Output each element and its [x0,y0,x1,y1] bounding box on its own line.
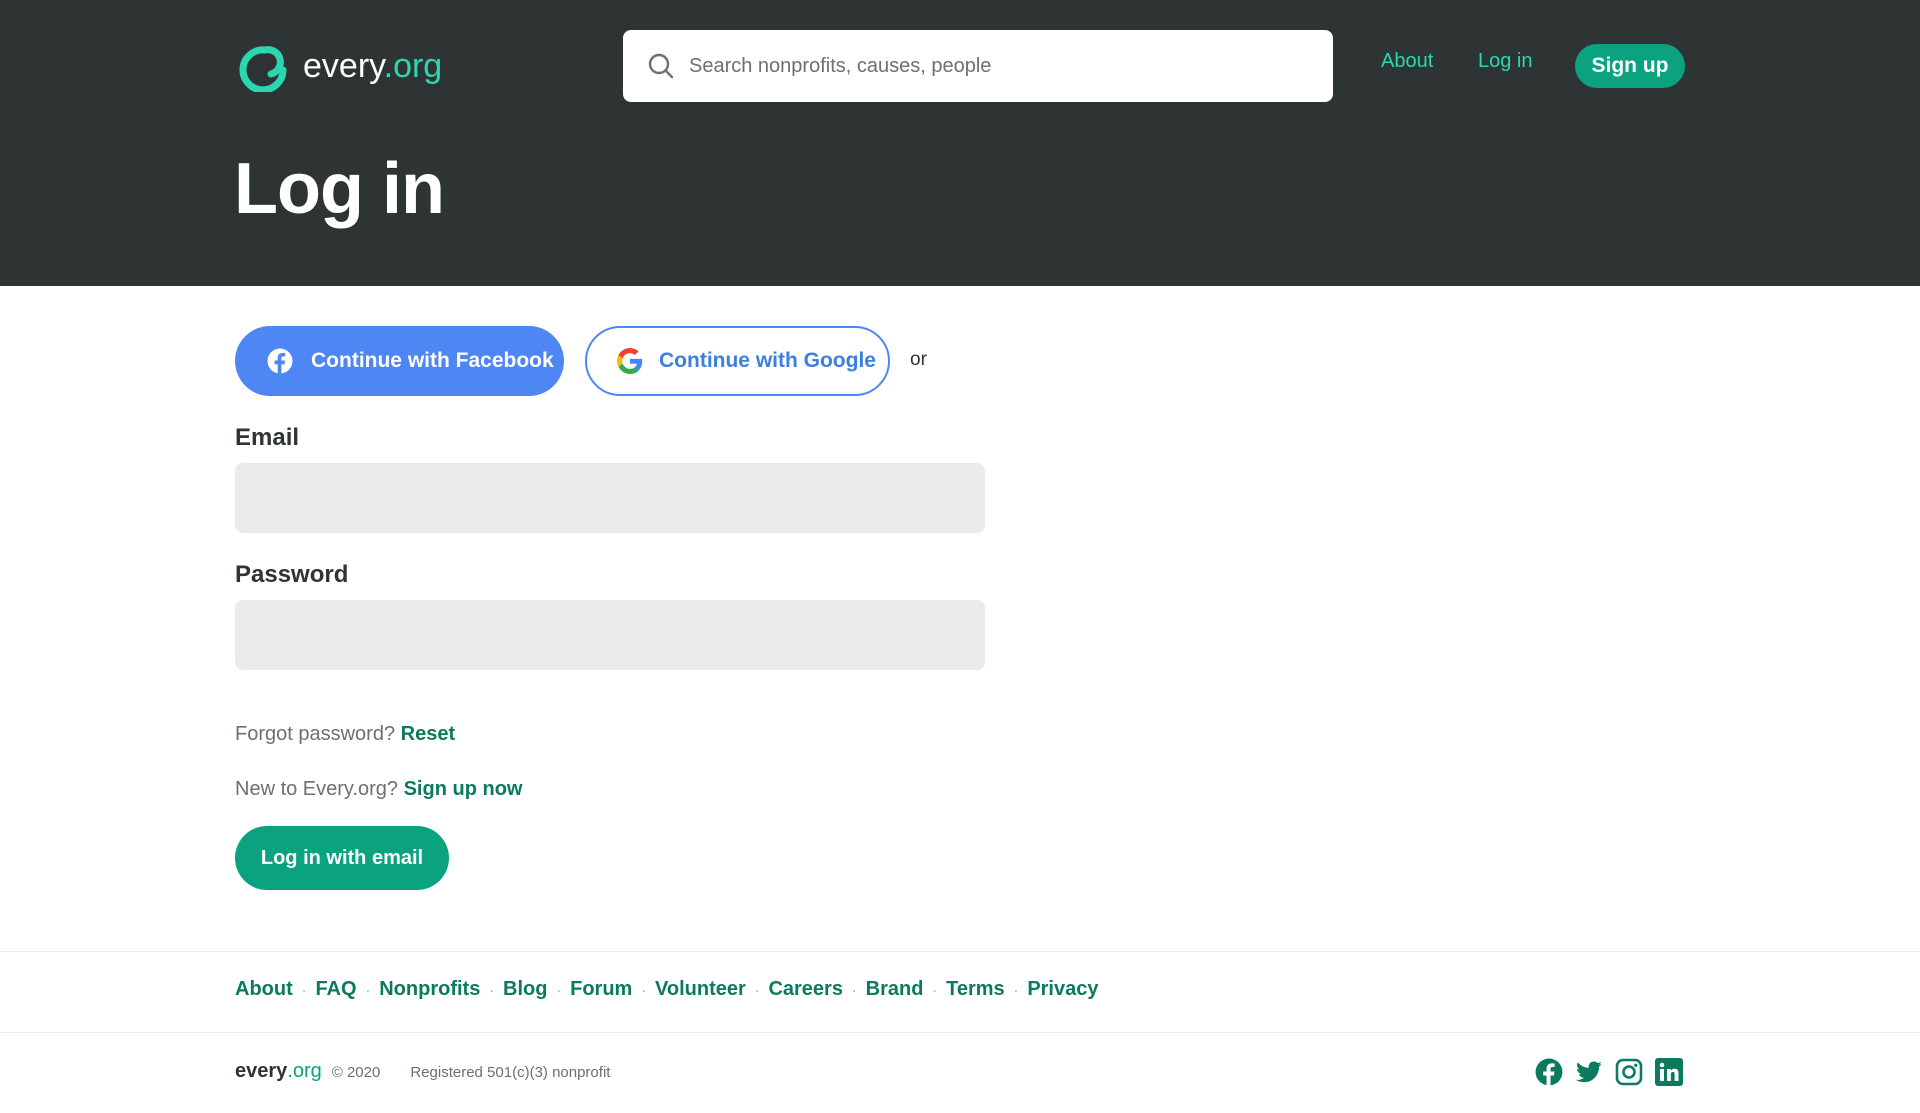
email-label: Email [235,424,300,451]
footer-bottom: every.org © 2020 Registered 501(c)(3) no… [235,1060,610,1083]
footer-separator: · [932,981,938,998]
footer-separator: · [851,981,857,998]
footer-link-privacy[interactable]: Privacy [1027,978,1098,1001]
reset-password-link[interactable]: Reset [401,723,455,745]
site-header: every.org About Log in Sign up Log in [0,0,1920,286]
footer-separator: · [556,981,562,998]
signup-prompt-line: New to Every.org? Sign up now [235,778,522,801]
footer-link-volunteer[interactable]: Volunteer [655,978,746,1001]
google-button-label: Continue with Google [659,349,876,372]
footer-separator: · [1013,981,1019,998]
footer-separator: · [365,981,371,998]
footer-links: About · FAQ · Nonprofits · Blog · Forum · Vol… [235,978,1098,1001]
search-bar[interactable] [623,30,1333,102]
every-org-logo[interactable]: every.org [235,40,442,92]
copyright-text: © 2020 [331,1064,381,1081]
facebook-icon [267,348,293,374]
footer-link-careers[interactable]: Careers [768,978,843,1001]
logo-text: every.org [303,46,443,85]
search-input[interactable] [689,54,1289,78]
footer-separator: · [641,981,646,998]
footer-divider-top [0,951,1920,952]
linkedin-icon[interactable] [1655,1058,1683,1086]
nav-login-link[interactable]: Log in [1478,50,1533,73]
google-icon [617,348,643,374]
email-field[interactable] [235,463,985,533]
footer-link-brand[interactable]: Brand [866,978,924,1001]
continue-with-facebook-button[interactable]: Continue with Facebook [235,326,564,396]
instagram-icon[interactable] [1615,1058,1643,1086]
footer-link-faq[interactable]: FAQ [315,978,356,1001]
footer-link-nonprofits[interactable]: Nonprofits [379,978,480,1001]
page-title: Log in [234,149,445,229]
nav-about-link[interactable]: About [1381,50,1433,73]
registered-nonprofit-text: Registered 501(c)(3) nonprofit [410,1064,611,1081]
login-with-email-button[interactable]: Log in with email [235,826,449,890]
facebook-icon[interactable] [1535,1058,1563,1086]
social-links [1535,1058,1683,1086]
facebook-button-label: Continue with Facebook [311,349,554,372]
footer-link-about[interactable]: About [235,978,293,1001]
password-label: Password [235,561,349,588]
forgot-password-line: Forgot password? Reset [235,723,455,746]
footer-separator: · [754,981,760,998]
forgot-password-text: Forgot password? [235,723,396,745]
search-icon [648,53,674,79]
footer-logo[interactable]: every.org [235,1060,322,1083]
signup-now-link[interactable]: Sign up now [404,778,523,800]
footer-separator: · [301,981,307,998]
new-user-text: New to Every.org? [235,778,399,800]
or-separator: or [910,349,927,370]
twitter-icon[interactable] [1575,1058,1603,1086]
footer-separator: · [489,981,494,998]
footer-link-forum[interactable]: Forum [570,978,632,1001]
every-logo-icon [239,46,287,92]
footer-link-blog[interactable]: Blog [503,978,547,1001]
footer-link-terms[interactable]: Terms [946,978,1005,1001]
continue-with-google-button[interactable]: Continue with Google [585,326,890,396]
password-field[interactable] [235,600,985,670]
signup-button[interactable]: Sign up [1575,44,1685,88]
footer-divider-bottom [0,1032,1920,1033]
